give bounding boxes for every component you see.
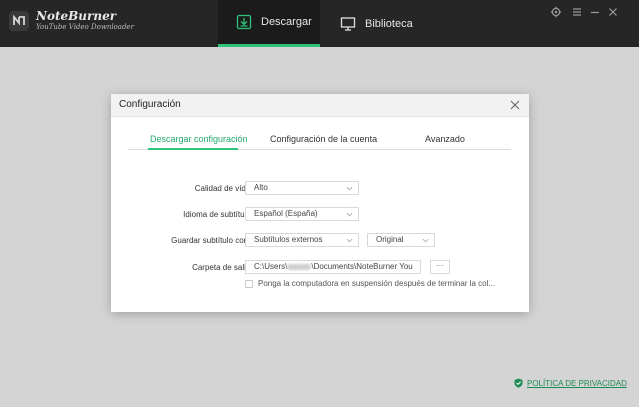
subtitle-language-select[interactable]: Español (España) [245, 207, 359, 221]
tab-library[interactable]: Biblioteca [324, 0, 434, 47]
chevron-down-icon [346, 212, 353, 217]
settings-tabs: Descargar configuración Configuración de… [128, 127, 511, 150]
privacy-policy-label: POLÍTICA DE PRIVACIDAD [527, 378, 627, 388]
tab-account-settings[interactable]: Configuración de la cuenta [270, 134, 377, 144]
chevron-down-icon [422, 238, 429, 243]
subtitle-save-select[interactable]: Subtítulos externos [245, 233, 359, 247]
dialog-title: Configuración [119, 99, 181, 110]
close-icon[interactable] [510, 100, 520, 110]
tab-advanced[interactable]: Avanzado [425, 134, 465, 144]
tab-download-settings[interactable]: Descargar configuración [150, 134, 248, 144]
gear-icon[interactable] [550, 6, 562, 18]
privacy-policy-link[interactable]: POLÍTICA DE PRIVACIDAD [514, 378, 627, 388]
subtitle-format-value: Original [376, 235, 404, 244]
browse-button[interactable]: ··· [430, 260, 450, 274]
title-bar: NoteBurner YouTube Video Downloader Desc… [0, 0, 639, 47]
download-icon [236, 14, 252, 30]
sleep-checkbox[interactable] [245, 280, 253, 288]
chevron-down-icon [346, 186, 353, 191]
tab-download[interactable]: Descargar [218, 0, 320, 47]
close-icon[interactable] [607, 6, 619, 18]
menu-icon[interactable] [571, 6, 583, 18]
output-folder-input[interactable]: C:\Users\ \Documents\NoteBurner You [245, 260, 421, 274]
subtitle-format-select[interactable]: Original [367, 233, 435, 247]
shield-check-icon [514, 378, 523, 388]
monitor-icon [340, 16, 356, 31]
subtitle-save-value: Subtítulos externos [254, 235, 323, 244]
settings-dialog: Configuración Descargar configuración Co… [111, 94, 529, 312]
redacted-username [287, 263, 312, 270]
brand-name: NoteBurner [36, 9, 117, 23]
output-path-prefix: C:\Users\ [254, 262, 288, 271]
output-path-suffix: \Documents\NoteBurner You [311, 262, 413, 271]
brand-subtitle: YouTube Video Downloader [36, 23, 134, 31]
tab-download-label: Descargar [261, 16, 312, 28]
dialog-header: Configuración [111, 94, 529, 117]
minimize-icon[interactable] [589, 6, 601, 18]
sleep-checkbox-label: Ponga la computadora en suspensión despu… [258, 279, 496, 288]
quality-select[interactable]: Alto [245, 181, 359, 195]
chevron-down-icon [346, 238, 353, 243]
tab-library-label: Biblioteca [365, 17, 413, 30]
quality-value: Alto [254, 183, 268, 192]
noteburner-logo-icon [9, 11, 29, 31]
subtitle-language-value: Español (España) [254, 209, 318, 218]
brand: NoteBurner YouTube Video Downloader [36, 10, 134, 32]
active-tab-indicator [148, 148, 238, 150]
